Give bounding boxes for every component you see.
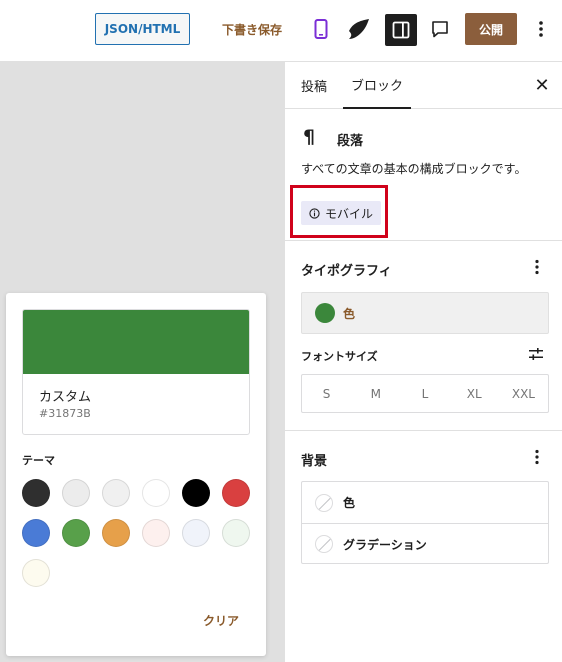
save-draft-button[interactable]: 下書き保存 [214,13,290,45]
font-size-settings-icon[interactable] [527,345,547,365]
mobile-badge[interactable]: モバイル [301,201,382,225]
sidebar-tabs: 投稿 ブロック ✕ [285,62,562,109]
current-color-swatch[interactable] [23,310,249,374]
palette-color-swatch[interactable] [142,479,170,507]
comment-icon[interactable] [426,15,454,43]
plugin-logo-icon[interactable] [345,15,375,43]
tab-post[interactable]: 投稿 [301,62,327,109]
font-size-option[interactable]: M [351,375,400,412]
font-size-option[interactable]: XL [450,375,499,412]
palette-color-swatch[interactable] [222,519,250,547]
publish-button[interactable]: 公開 [465,13,517,45]
settings-sidebar: 投稿 ブロック ✕ ¶ 段落 すべての文章の基本の構成ブロックです。 モバイル … [285,62,562,662]
background-options-icon[interactable] [527,445,547,469]
json-html-button[interactable]: JSON/HTML [95,13,190,45]
section-divider [285,240,562,241]
palette-color-swatch[interactable] [142,519,170,547]
palette-color-swatch[interactable] [22,559,50,587]
background-gradient-label: グラデーション [343,537,427,552]
palette-color-swatch[interactable] [102,479,130,507]
current-color-hex: #31873B [39,407,91,420]
more-options-icon[interactable] [530,15,552,43]
palette-color-swatch[interactable] [62,519,90,547]
theme-palette-label: テーマ [22,454,55,467]
palette-color-swatch[interactable] [102,519,130,547]
background-gradient-row[interactable]: グラデーション [302,523,548,564]
text-color-row[interactable]: 色 [301,292,549,334]
palette-color-swatch[interactable] [182,479,210,507]
info-icon [309,207,320,219]
clear-color-button[interactable]: クリア [196,607,246,633]
font-size-option[interactable]: S [302,375,351,412]
current-color-card[interactable]: カスタム #31873B [22,309,250,435]
paragraph-icon: ¶ [303,126,316,148]
section-divider [285,430,562,431]
palette-color-swatch[interactable] [222,479,250,507]
typography-options-icon[interactable] [527,255,547,279]
background-title: 背景 [301,454,328,469]
font-size-option[interactable]: L [400,375,449,412]
empty-color-icon [315,493,333,512]
color-picker-popover: カスタム #31873B テーマ クリア [6,293,266,656]
mobile-badge-label: モバイル [325,206,374,221]
background-color-row[interactable]: 色 [302,482,548,523]
palette-color-swatch[interactable] [182,519,210,547]
typography-title: タイポグラフィ [301,264,392,279]
text-color-indicator [315,303,335,323]
text-color-label: 色 [343,306,356,321]
empty-gradient-icon [315,535,333,553]
tab-block[interactable]: ブロック [343,62,411,109]
font-size-picker: S M L XL XXL [301,374,549,413]
close-sidebar-icon[interactable]: ✕ [531,74,553,96]
font-size-option[interactable]: XXL [499,375,548,412]
palette-color-swatch[interactable] [62,479,90,507]
editor-header: JSON/HTML 下書き保存 公開 [0,0,562,62]
settings-sidebar-toggle-icon[interactable] [385,14,417,46]
background-settings-group: 色 グラデーション [301,481,549,564]
background-color-label: 色 [343,496,356,510]
palette-color-swatch[interactable] [22,479,50,507]
palette-color-swatch[interactable] [22,519,50,547]
mobile-preview-icon[interactable] [308,15,334,43]
current-color-name: カスタム [39,390,92,405]
block-description: すべての文章の基本の構成ブロックです。 [301,162,527,176]
font-size-label: フォントサイズ [301,350,378,363]
block-title: 段落 [337,134,364,149]
